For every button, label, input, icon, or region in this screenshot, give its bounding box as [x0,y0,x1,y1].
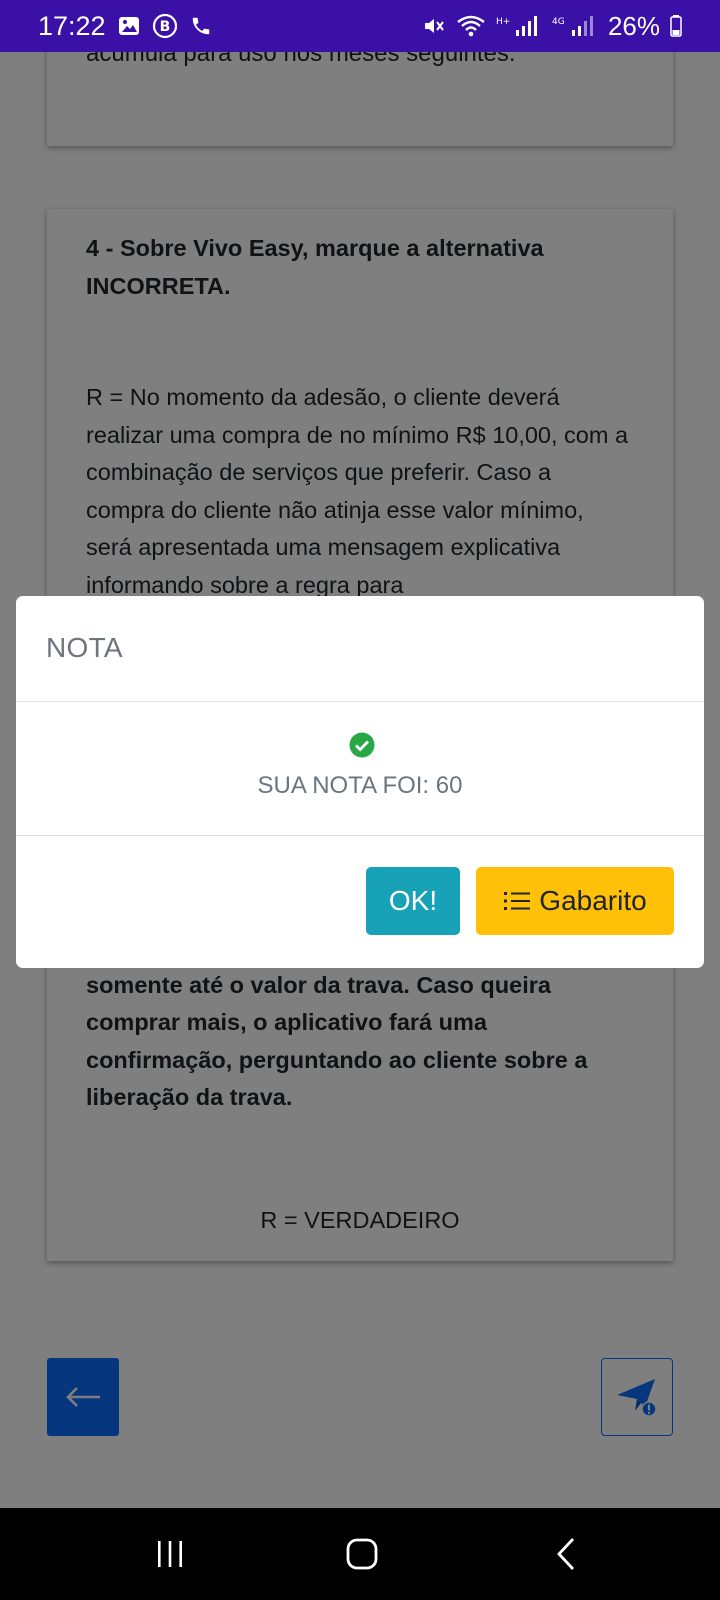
score-text: SUA NOTA FOI: 60 [257,772,463,799]
recents-icon [158,1541,182,1567]
battery-icon [670,15,682,37]
check-circle-icon [349,732,375,758]
svg-text:H+: H+ [496,17,510,27]
signal-icon: H+ [496,14,542,38]
modal-header: NOTA [16,596,704,702]
list-icon [504,892,531,910]
battery-percent: 26% [607,10,660,41]
back-nav-button[interactable] [526,1508,606,1600]
status-time: 17:22 [38,10,106,41]
status-right: H+ 4G 26% [422,11,682,42]
recents-button[interactable] [130,1508,210,1600]
signal-icon: 4G [552,14,598,38]
svg-text:4G: 4G [552,17,565,27]
gabarito-button-label: Gabarito [539,885,647,916]
home-icon [346,1538,378,1570]
ok-button[interactable]: OK! [366,867,460,935]
status-left: 17:22 B [38,11,212,42]
back-icon [557,1538,575,1570]
modal-footer: OK! Gabarito [16,836,704,968]
modal-body: SUA NOTA FOI: 60 [16,702,704,836]
home-button[interactable] [322,1508,402,1600]
score-modal: NOTA SUA NOTA FOI: 60 OK! Gabarito [16,596,704,968]
phone-icon [190,15,212,37]
gabarito-button[interactable]: Gabarito [476,867,674,935]
mute-icon [422,14,446,38]
status-bar: 17:22 B H+ 4G 26% [0,0,720,52]
modal-title: NOTA [46,632,123,663]
svg-text:B: B [159,19,170,35]
b-icon: B [152,13,178,39]
system-nav-bar [0,1508,720,1600]
image-icon [118,15,140,37]
ok-button-label: OK! [388,885,438,916]
wifi-icon [456,14,486,38]
